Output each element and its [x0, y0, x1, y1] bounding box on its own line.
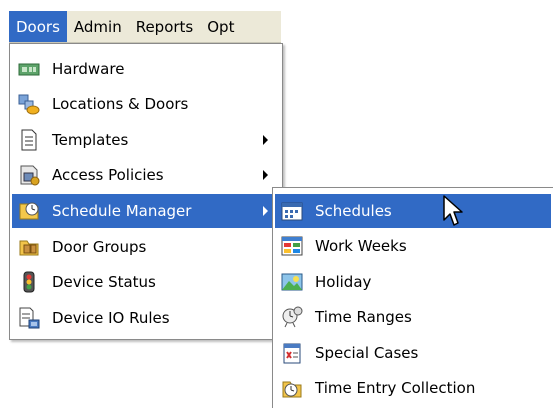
door-groups-icon [18, 236, 40, 258]
submenu-arrow-icon [263, 206, 268, 216]
device-io-rules-icon [18, 307, 40, 329]
doors-menu: Hardware Locations & Doors Templates Acc… [9, 43, 283, 340]
schedules-icon [281, 200, 303, 222]
menu-item-label: Device Status [52, 273, 156, 291]
menu-item-label: Time Entry Collection [315, 379, 476, 397]
menu-item-schedule-manager[interactable]: Schedule Manager [12, 194, 280, 228]
access-policies-icon [18, 164, 40, 186]
submenu-item-time-entry-collection[interactable]: Time Entry Collection [275, 371, 551, 405]
menu-options[interactable]: Opt [200, 11, 241, 42]
menu-item-templates[interactable]: Templates [12, 123, 280, 157]
templates-icon [18, 129, 40, 151]
menu-item-label: Device IO Rules [52, 309, 170, 327]
submenu-item-work-weeks[interactable]: Work Weeks [275, 229, 551, 263]
menu-item-label: Special Cases [315, 344, 419, 362]
menu-item-label: Schedule Manager [52, 202, 192, 220]
menu-item-door-groups[interactable]: Door Groups [12, 230, 280, 264]
locations-doors-icon [18, 93, 40, 115]
menu-item-device-status[interactable]: Device Status [12, 265, 280, 299]
menu-item-device-io-rules[interactable]: Device IO Rules [12, 301, 280, 335]
menu-item-label: Time Ranges [315, 308, 412, 326]
menu-item-label: Door Groups [52, 238, 147, 256]
menu-item-label: Schedules [315, 202, 392, 220]
menu-item-label: Holiday [315, 273, 372, 291]
menu-item-label: Locations & Doors [52, 95, 189, 113]
menu-doors[interactable]: Doors [9, 11, 67, 42]
time-ranges-icon [281, 306, 303, 328]
submenu-item-schedules[interactable]: Schedules [275, 194, 551, 228]
mouse-cursor-icon [442, 194, 464, 230]
schedule-manager-icon [18, 200, 40, 222]
submenu-item-time-ranges[interactable]: Time Ranges [275, 300, 551, 334]
work-weeks-icon [281, 235, 303, 257]
menu-item-hardware[interactable]: Hardware [12, 52, 280, 86]
menu-admin[interactable]: Admin [67, 11, 129, 42]
submenu-item-holiday[interactable]: Holiday [275, 265, 551, 299]
menu-bar: Doors Admin Reports Opt [9, 11, 281, 43]
time-entry-collection-icon [281, 377, 303, 399]
menu-item-label: Hardware [52, 60, 125, 78]
menu-item-label: Access Policies [52, 166, 164, 184]
menu-item-label: Work Weeks [315, 237, 407, 255]
menu-reports[interactable]: Reports [129, 11, 201, 42]
menu-item-label: Templates [52, 131, 129, 149]
schedule-manager-submenu: Schedules Work Weeks Holiday Time Ranges… [272, 187, 553, 408]
menu-item-locations-doors[interactable]: Locations & Doors [12, 87, 280, 121]
submenu-arrow-icon [263, 170, 268, 180]
special-cases-icon [281, 342, 303, 364]
hardware-icon [18, 58, 40, 80]
device-status-icon [18, 271, 40, 293]
submenu-arrow-icon [263, 135, 268, 145]
submenu-item-special-cases[interactable]: Special Cases [275, 336, 551, 370]
menu-item-access-policies[interactable]: Access Policies [12, 158, 280, 192]
holiday-icon [281, 271, 303, 293]
